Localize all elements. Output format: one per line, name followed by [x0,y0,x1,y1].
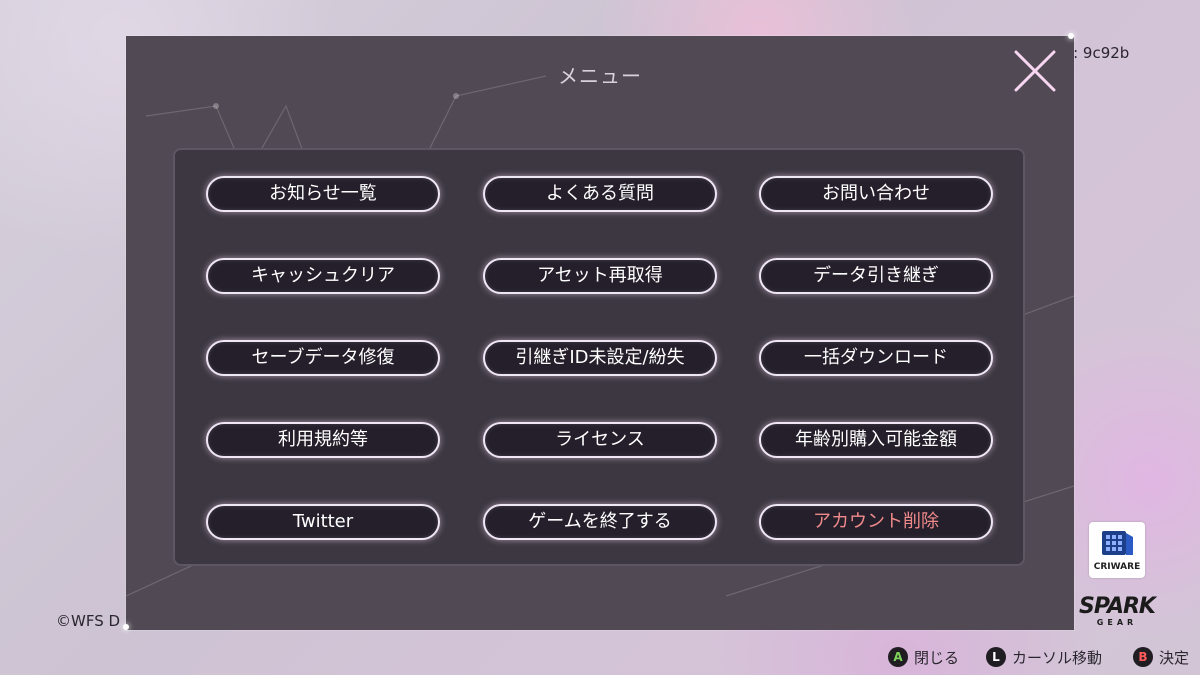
b-button-icon: B [1133,647,1153,667]
transfer-id-lost-button[interactable]: 引継ぎID未設定/紛失 [483,340,717,376]
menu-title: メニュー [558,64,642,88]
criware-logo-text: CRIWARE [1093,562,1141,572]
l-stick-icon: L [986,647,1006,667]
copyright-text: ©WFS D [56,612,121,630]
hint-confirm-label: 決定 [1159,648,1190,667]
quit-game-button[interactable]: ゲームを終了する [483,504,717,540]
hint-cursor-move: L カーソル移動 [986,646,1102,668]
cache-clear-button[interactable]: キャッシュクリア [206,258,440,294]
menu-dialog: メニュー お知らせ一覧 よくある質問 お問い合わせ キャッシュクリア アセット再… [123,33,1074,630]
sparkgear-logo: SPARK GEAR [1075,596,1159,630]
gear-logo-text: GEAR [1096,618,1138,627]
hint-confirm[interactable]: B 決定 [1133,646,1189,668]
close-x-icon [1014,50,1056,92]
data-transfer-button[interactable]: データ引き継ぎ [759,258,993,294]
a-button-icon: A [888,647,908,667]
purchase-limit-button[interactable]: 年齢別購入可能金額 [759,422,993,458]
menu-panel: お知らせ一覧 よくある質問 お問い合わせ キャッシュクリア アセット再取得 デー… [173,148,1025,566]
corner-sparkle-icon [1068,33,1074,39]
license-button[interactable]: ライセンス [483,422,717,458]
faq-button[interactable]: よくある質問 [483,176,717,212]
corner-sparkle-icon [123,624,129,630]
delete-account-button[interactable]: アカウント削除 [759,504,993,540]
twitter-button[interactable]: Twitter [206,504,440,540]
hint-close[interactable]: A 閉じる [888,646,959,668]
bulk-download-button[interactable]: 一括ダウンロード [759,340,993,376]
hint-cursor-move-label: カーソル移動 [1012,648,1103,667]
criware-logo: CRIWARE [1089,522,1145,578]
contact-button[interactable]: お問い合わせ [759,176,993,212]
terms-button[interactable]: 利用規約等 [206,422,440,458]
news-list-button[interactable]: お知らせ一覧 [206,176,440,212]
close-button[interactable] [1010,46,1060,96]
hint-close-label: 閉じる [914,648,960,667]
save-data-repair-button[interactable]: セーブデータ修復 [206,340,440,376]
asset-redownload-button[interactable]: アセット再取得 [483,258,717,294]
spark-logo-text: SPARK [1079,594,1156,619]
